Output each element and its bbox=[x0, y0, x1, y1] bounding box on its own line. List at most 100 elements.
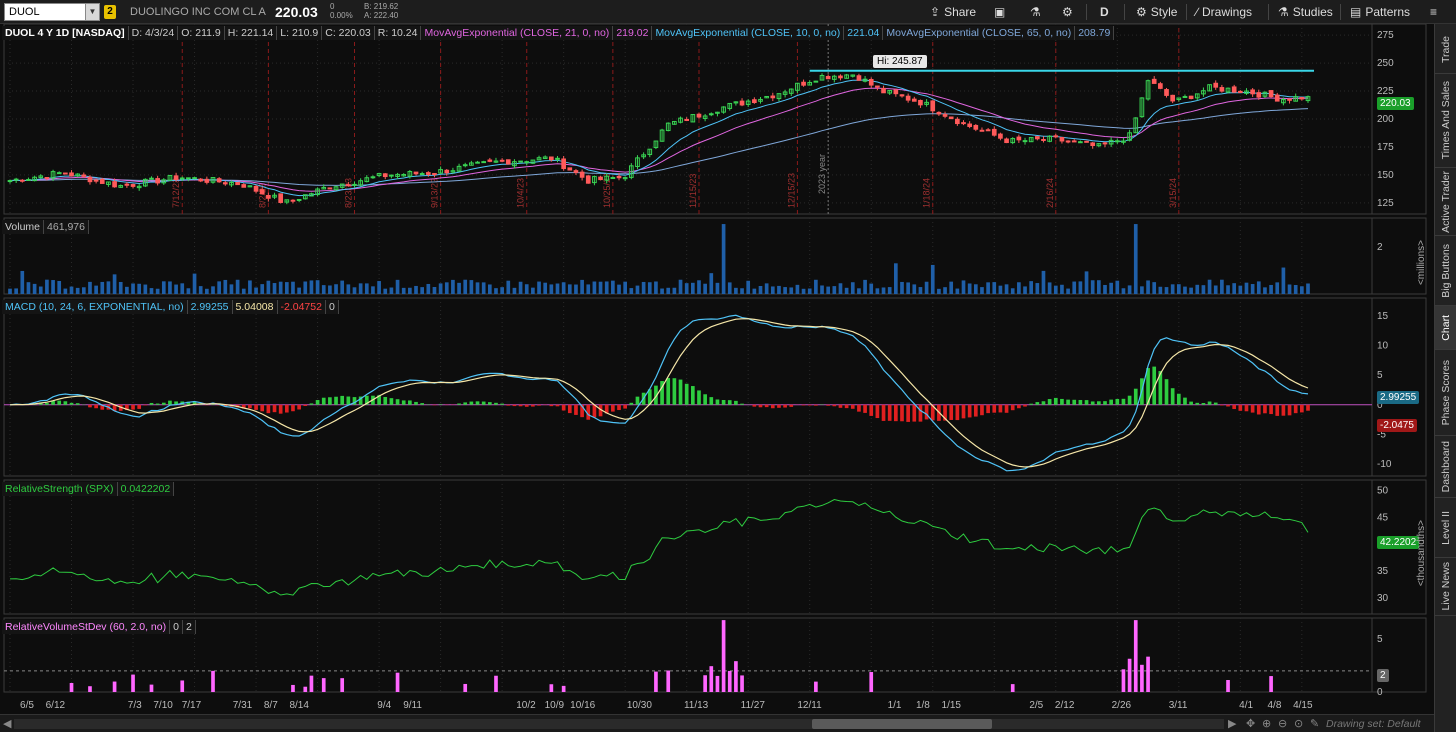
volume-bar bbox=[211, 286, 215, 294]
candle bbox=[382, 173, 388, 178]
volume-bar bbox=[309, 280, 314, 294]
chart-canvas[interactable]: 2752502252001751501257/12/23 8/2/23 8/23/2… bbox=[0, 24, 1428, 714]
flask-icon: ⚗ bbox=[1030, 5, 1041, 19]
macd-hist-bar bbox=[1256, 404, 1261, 415]
scrollbar-track[interactable] bbox=[14, 719, 1224, 729]
ma65-label: MovAvgExponential (CLOSE, 65, 0, no) bbox=[883, 26, 1076, 40]
chart-area[interactable]: 275 250 225 200 175 150 125 7/12/23 8/2/23 8/23/2… bbox=[0, 24, 1428, 714]
candle bbox=[684, 118, 690, 121]
link-group-badge[interactable]: 2 bbox=[104, 5, 116, 19]
style-button[interactable]: ⚙ Style bbox=[1136, 4, 1177, 20]
macd-hist-bar bbox=[395, 399, 400, 405]
macd-hist-bar bbox=[1004, 404, 1009, 413]
macd-hist-bar bbox=[549, 404, 554, 407]
candle bbox=[1250, 89, 1255, 95]
rv-bar bbox=[654, 671, 658, 692]
volume-bar bbox=[1115, 280, 1120, 294]
sidebar-tab-times-and-sales[interactable]: Times And Sales bbox=[1435, 74, 1456, 168]
scroll-right-icon[interactable]: ▶ bbox=[1228, 717, 1236, 730]
drawing-set-icon[interactable]: ✎ bbox=[1310, 717, 1319, 730]
volume-bar bbox=[924, 281, 929, 294]
candle bbox=[1287, 98, 1292, 101]
macd-hist-bar bbox=[1287, 404, 1292, 416]
rs-pane bbox=[3, 479, 1373, 615]
candle bbox=[930, 100, 936, 112]
sidebar-tab-big-buttons[interactable]: Big Buttons bbox=[1435, 236, 1456, 306]
volume-bar bbox=[174, 284, 178, 294]
macd-hist-bar bbox=[567, 404, 572, 414]
rs-tick: 35 bbox=[1377, 566, 1389, 577]
macd-hist-bar bbox=[1097, 401, 1101, 405]
candle bbox=[499, 159, 505, 162]
macd-hist-bar bbox=[826, 404, 831, 406]
macd-hist-bar bbox=[715, 399, 720, 405]
volume-bar bbox=[900, 281, 904, 294]
drawing-set-label[interactable]: Drawing set: Default bbox=[1326, 718, 1421, 730]
menu-button[interactable]: ≡ bbox=[1430, 4, 1437, 20]
volume-bar bbox=[1035, 283, 1040, 294]
zoom-out-icon[interactable]: ⊖ bbox=[1278, 717, 1287, 730]
scroll-left-icon[interactable]: ◀ bbox=[3, 717, 11, 730]
macd-hist-bar bbox=[1127, 395, 1132, 405]
macd-hist-bar bbox=[697, 390, 701, 405]
volume-bar bbox=[740, 288, 744, 294]
date-tick: 4/8 bbox=[1267, 700, 1282, 711]
rv-bar bbox=[1133, 620, 1138, 692]
volume-bar bbox=[1250, 284, 1255, 294]
rv-bar bbox=[211, 670, 215, 692]
macd-hist-bar bbox=[1176, 393, 1181, 405]
rv-bar bbox=[1127, 658, 1132, 692]
candle bbox=[1090, 142, 1096, 147]
volume-bar bbox=[1201, 285, 1206, 294]
symbol-dropdown-icon[interactable]: ▼ bbox=[85, 3, 100, 21]
lab-button[interactable]: ⚗ bbox=[1030, 4, 1041, 20]
candle bbox=[936, 111, 942, 115]
sidebar-tab-trade[interactable]: Trade bbox=[1435, 26, 1456, 74]
rv-pane-header: RelativeVolumeStDev (60, 2.0, no) 0 2 bbox=[2, 620, 196, 634]
macd-hist-bar bbox=[309, 403, 314, 405]
rv-bar bbox=[340, 678, 345, 692]
zoom-in-icon[interactable]: ⊕ bbox=[1262, 717, 1271, 730]
sidebar-tab-active-trader[interactable]: Active Trader bbox=[1435, 168, 1456, 236]
share-button[interactable]: ⇪ Share bbox=[930, 4, 976, 20]
macd-hist-bar bbox=[303, 404, 308, 407]
sidebar-tab-live-news[interactable]: Live News bbox=[1435, 558, 1456, 616]
candle bbox=[290, 199, 296, 202]
macd-hist-bar bbox=[752, 404, 757, 407]
volume-bar bbox=[531, 287, 535, 294]
macd-hist-bar bbox=[1072, 399, 1077, 405]
candle bbox=[69, 172, 74, 177]
volume-bar bbox=[801, 288, 806, 294]
macd-hist-bar bbox=[420, 403, 424, 405]
sidebar-tab-chart[interactable]: Chart bbox=[1435, 306, 1456, 350]
timeframe-button[interactable]: D bbox=[1100, 4, 1109, 20]
volume-bar bbox=[100, 281, 105, 294]
date-tick: 9/11 bbox=[403, 700, 422, 711]
macd-hist-bar bbox=[131, 404, 135, 410]
macd-hist-bar bbox=[986, 404, 990, 414]
studies-button[interactable]: ⚗ Studies bbox=[1278, 4, 1333, 20]
rv-bar bbox=[88, 686, 92, 692]
scrollbar-thumb[interactable] bbox=[812, 719, 992, 729]
rs-value: 0.0422202 bbox=[117, 482, 175, 496]
macd-hist-bar bbox=[721, 399, 726, 405]
snapshot-button[interactable]: ▣ bbox=[994, 4, 1005, 20]
event-date-label: 12/15/23 bbox=[786, 173, 796, 208]
volume-bar bbox=[161, 281, 166, 294]
macd-hist-bar bbox=[635, 396, 640, 405]
sidebar-tab-level-ii[interactable]: Level II bbox=[1435, 498, 1456, 558]
volume-bar bbox=[1207, 279, 1212, 294]
candle bbox=[63, 172, 68, 175]
pan-icon[interactable]: ✥ bbox=[1246, 717, 1255, 730]
zoom-fit-icon[interactable]: ⊙ bbox=[1294, 717, 1303, 730]
candle bbox=[475, 161, 480, 164]
macd-hist-bar bbox=[168, 400, 172, 405]
settings-button[interactable]: ⚙ bbox=[1062, 4, 1073, 20]
sidebar-tab-phase-scores[interactable]: Phase Scores bbox=[1435, 350, 1456, 436]
macd-hist-bar bbox=[88, 404, 92, 408]
sidebar-tab-dashboard[interactable]: Dashboard bbox=[1435, 436, 1456, 498]
macd-hist-bar bbox=[328, 397, 332, 405]
drawings-button[interactable]: ∕ Drawings bbox=[1196, 4, 1252, 20]
patterns-button[interactable]: ▤ Patterns bbox=[1350, 4, 1410, 20]
volume-bar bbox=[198, 286, 203, 294]
